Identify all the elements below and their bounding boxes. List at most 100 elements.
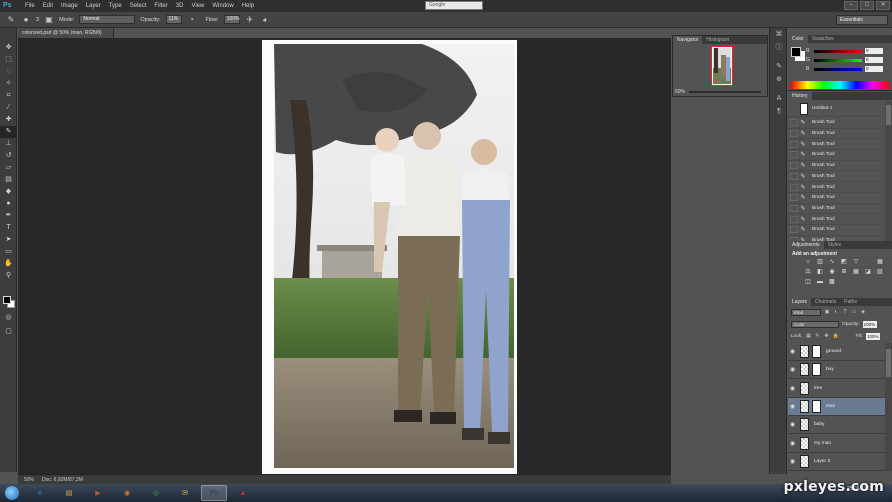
filter-type-icon[interactable]: T [842,309,848,315]
document-tab[interactable]: colorized.psd @ 50% (man, RGB/8) [18,28,114,38]
red-value[interactable]: 0 [865,48,883,54]
hue-saturation-icon[interactable]: ▦ [876,259,884,266]
layer-name[interactable]: tree [814,386,822,391]
status-doc-size[interactable]: Doc: 6,92M/87,3M [42,477,83,483]
blue-value[interactable]: 0 [865,66,883,72]
tab-swatches[interactable]: Swatches [808,35,838,43]
history-source-checkbox[interactable] [790,151,798,159]
layer-row[interactable]: ◉ my man [788,435,885,453]
clone-source-icon[interactable]: ⊕ [770,73,788,86]
layer-thumbnail[interactable] [800,454,809,468]
history-source-checkbox[interactable] [790,140,798,148]
navigator-preview[interactable] [711,46,733,86]
layer-thumbnail[interactable] [800,345,809,358]
lock-position-icon[interactable]: ✥ [823,333,829,339]
properties-icon[interactable]: ⓘ [770,41,788,54]
foreground-color-swatch[interactable] [3,296,11,304]
history-item[interactable]: ✎ Brush Tool [788,214,884,225]
blue-track[interactable] [814,67,862,71]
history-item[interactable]: ✎ Brush Tool [788,150,884,161]
history-item[interactable]: ✎ Brush Tool [788,172,884,183]
chrome-icon[interactable]: ◎ [143,485,169,501]
healing-tool-icon[interactable]: ✚ [0,114,17,126]
menu-help[interactable]: Help [238,0,258,12]
path-select-tool-icon[interactable]: ➤ [0,234,17,246]
history-item[interactable]: ✎ Brush Tool [788,193,884,204]
marquee-tool-icon[interactable]: ⬚ [0,54,17,66]
history-source-checkbox[interactable] [790,119,798,127]
menu-file[interactable]: File [21,0,39,12]
history-source-checkbox[interactable] [790,194,798,202]
layer-name[interactable]: Layer 3 [814,459,830,464]
color-spectrum[interactable] [791,81,889,89]
character-icon[interactable]: A [770,92,788,105]
menu-window[interactable]: Window [208,0,237,12]
history-item[interactable]: ✎ Brush Tool [788,139,884,151]
history-brush-icon[interactable]: ↺ [0,150,17,162]
eye-icon[interactable]: ◉ [788,421,797,428]
layer-row[interactable]: ◉ boy [788,361,885,380]
shape-tool-icon[interactable]: ▭ [0,246,17,258]
selective-color-icon[interactable]: ▩ [828,279,836,286]
blend-mode-select[interactable]: Color [791,320,839,328]
brush-panel-icon[interactable]: ✎ [770,60,788,73]
eye-icon[interactable]: ◉ [788,366,797,373]
stamp-tool-icon[interactable]: ⊥ [0,138,17,150]
history-source-checkbox[interactable] [790,204,798,212]
tab-navigator[interactable]: Navigator [673,36,703,44]
layer-kind-filter[interactable]: Kind [791,308,821,316]
layer-name[interactable]: my man [814,441,831,446]
history-source-checkbox[interactable] [790,130,798,138]
history-item[interactable]: ✎ Brush Tool [788,118,884,129]
lasso-tool-icon[interactable]: ◌ [0,66,17,78]
acrobat-icon[interactable]: ▲ [230,485,256,501]
history-item[interactable]: ✎ Brush Tool [788,161,884,172]
layers-scrollbar[interactable] [885,343,892,471]
eye-icon[interactable]: ◉ [788,348,797,355]
mode-select[interactable]: Normal [79,15,136,24]
pen-tool-icon[interactable]: ✒ [0,210,17,222]
curves-icon[interactable]: ∿ [828,259,836,266]
layer-name[interactable]: baby [814,422,824,427]
menu-select[interactable]: Select [126,0,151,12]
tab-color[interactable]: Color [788,35,808,43]
menu-layer[interactable]: Layer [82,0,105,12]
layer-mask-thumbnail[interactable] [812,345,821,358]
green-track[interactable] [814,58,862,62]
red-slider[interactable]: R 0 [806,48,890,54]
menu-3d[interactable]: 3D [172,0,188,12]
photo-canvas[interactable] [262,40,517,474]
gradient-tool-icon[interactable]: ▤ [0,174,17,186]
quick-mask-icon[interactable]: ◎ [0,312,17,324]
lock-image-icon[interactable]: ✎ [814,333,820,339]
menu-edit[interactable]: Edit [39,0,57,12]
menu-filter[interactable]: Filter [150,0,171,12]
close-button[interactable]: ✕ [876,1,890,10]
pressure-opacity-icon[interactable]: ◔ [187,15,197,25]
layer-name[interactable]: man [826,404,835,409]
history-item[interactable]: ✎ Brush Tool [788,204,884,215]
layer-row[interactable]: ◉ Layer 3 [788,453,885,471]
exposure-icon[interactable]: ◩ [840,259,848,266]
photo-filter-icon[interactable]: ◉ [828,269,836,276]
layer-row[interactable]: ◉ tree [788,380,885,398]
tab-adjustments[interactable]: Adjustments [788,241,824,249]
levels-icon[interactable]: ▥ [816,259,824,266]
photoshop-icon[interactable]: Ps [201,485,227,501]
eye-icon[interactable]: ◉ [788,440,797,447]
history-scroll-thumb[interactable] [886,105,891,125]
history-item[interactable]: ✎ Brush Tool [788,225,884,236]
layer-row[interactable]: ◉ baby [788,416,885,435]
search-input[interactable]: Google [425,1,483,10]
layer-name[interactable]: boy [826,367,834,372]
lock-transparent-icon[interactable]: ▦ [805,333,811,339]
layer-thumbnail[interactable] [800,436,809,450]
history-scrollbar[interactable] [885,101,892,253]
vibrance-icon[interactable]: ▽ [852,259,860,266]
airbrush-icon[interactable]: ✈ [245,15,255,25]
layer-name[interactable]: ground [826,349,841,354]
pressure-size-icon[interactable]: ◕ [260,15,270,25]
black-white-icon[interactable]: ◧ [816,269,824,276]
brush-tool-icon[interactable]: ✎ [6,15,16,25]
eyedropper-tool-icon[interactable]: ⁄ [0,102,17,114]
